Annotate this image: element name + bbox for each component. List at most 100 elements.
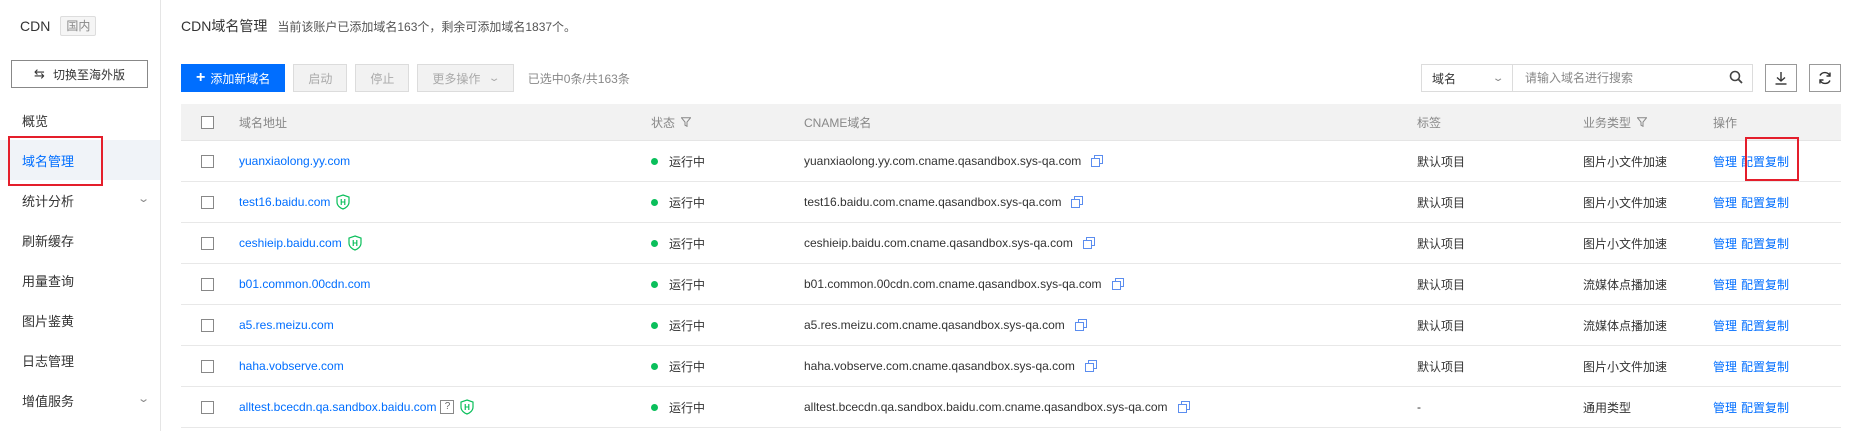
sidebar-item[interactable]: 概览 xyxy=(0,100,160,140)
domain-link[interactable]: haha.vobserve.com xyxy=(239,359,344,373)
chevron-down-icon: ⌄ xyxy=(136,393,150,405)
manage-link[interactable]: 管理 xyxy=(1713,194,1737,211)
https-shield-icon: H xyxy=(336,194,350,210)
sidebar-item-label: 刷新缓存 xyxy=(22,233,75,249)
domain-link[interactable]: alltest.bcecdn.qa.sandbox.baidu.com xyxy=(239,400,436,414)
stop-button[interactable]: 停止 xyxy=(355,64,410,92)
copy-icon[interactable] xyxy=(1084,360,1097,372)
row-checkbox[interactable] xyxy=(201,318,214,332)
sidebar-item[interactable]: 用量查询 xyxy=(0,260,160,300)
manage-link[interactable]: 管理 xyxy=(1713,358,1737,375)
copy-icon[interactable] xyxy=(1111,278,1124,290)
copy-config-link[interactable]: 配置复制 xyxy=(1741,153,1789,170)
row-checkbox[interactable] xyxy=(201,154,214,168)
add-domain-button[interactable]: + 添加新域名 xyxy=(181,64,286,92)
sidebar-item[interactable]: 刷新缓存 xyxy=(0,220,160,260)
sidebar: CDN 国内 ⇆ 切换至海外版 概览域名管理统计分析 ⌄ 刷新缓存用量查询图片鉴黄日… xyxy=(0,0,161,431)
refresh-button[interactable] xyxy=(1809,64,1841,92)
header-status: 状态 xyxy=(651,115,676,130)
filter-icon[interactable] xyxy=(681,117,692,127)
switch-overseas-button[interactable]: ⇆ 切换至海外版 xyxy=(11,60,148,88)
row-checkbox[interactable] xyxy=(201,195,214,209)
svg-text:H: H xyxy=(465,403,471,412)
table-row: yuanxiaolong.yy.com 运行中 yuanxiaolong.yy.co… xyxy=(181,141,1841,182)
download-button[interactable] xyxy=(1765,64,1797,92)
row-checkbox[interactable] xyxy=(201,400,214,414)
search-icon[interactable] xyxy=(1729,70,1743,84)
copy-icon[interactable] xyxy=(1177,401,1190,413)
copy-icon[interactable] xyxy=(1091,155,1104,167)
domain-link[interactable]: ceshieip.baidu.com xyxy=(239,236,342,250)
header-ops: 操作 xyxy=(1713,115,1738,130)
status-dot-icon xyxy=(651,362,658,370)
copy-icon[interactable] xyxy=(1074,319,1087,331)
sidebar-item-label: 域名管理 xyxy=(22,153,75,169)
table-row: b01.common.00cdn.com 运行中 b01.common.00cdn.… xyxy=(181,264,1841,305)
row-checkbox[interactable] xyxy=(201,236,214,250)
header-type: 业务类型 xyxy=(1583,115,1632,130)
domain-link[interactable]: test16.baidu.com xyxy=(239,195,330,209)
manage-link[interactable]: 管理 xyxy=(1713,235,1737,252)
add-domain-label: 添加新域名 xyxy=(210,71,271,86)
sidebar-item-label: 图片鉴黄 xyxy=(22,313,75,329)
cname-text: b01.common.00cdn.com.cname.qasandbox.sys… xyxy=(804,277,1102,291)
table-header: 域名地址 状态 CNAME域名 标签 业务类型 操作 xyxy=(181,104,1841,141)
product-header: CDN 国内 xyxy=(0,0,160,52)
cname-text: a5.res.meizu.com.cname.qasandbox.sys-qa.… xyxy=(804,318,1065,332)
selection-count: 已选中0条/共163条 xyxy=(527,71,630,86)
copy-config-link[interactable]: 配置复制 xyxy=(1741,235,1789,252)
search-box xyxy=(1513,64,1753,92)
refresh-icon xyxy=(1819,71,1831,85)
business-type: 流媒体点播加速 xyxy=(1583,277,1668,292)
header-cname: CNAME域名 xyxy=(804,115,872,130)
domain-link[interactable]: a5.res.meizu.com xyxy=(239,318,334,332)
filter-icon[interactable] xyxy=(1637,117,1648,127)
sidebar-item[interactable]: 域名管理 xyxy=(0,140,160,180)
manage-link[interactable]: 管理 xyxy=(1713,399,1737,416)
row-checkbox[interactable] xyxy=(201,359,214,373)
copy-config-link[interactable]: 配置复制 xyxy=(1741,358,1789,375)
business-type: 流媒体点播加速 xyxy=(1583,318,1668,333)
copy-config-link[interactable]: 配置复制 xyxy=(1741,276,1789,293)
https-shield-icon: H xyxy=(460,399,475,415)
row-checkbox[interactable] xyxy=(201,277,214,291)
search-input[interactable] xyxy=(1513,64,1753,92)
tag-text: 默认项目 xyxy=(1417,236,1466,251)
status-text: 运行中 xyxy=(669,277,706,292)
copy-icon[interactable] xyxy=(1082,237,1095,249)
plus-icon: + xyxy=(196,69,206,86)
domain-link[interactable]: yuanxiaolong.yy.com xyxy=(239,154,350,168)
copy-config-link[interactable]: 配置复制 xyxy=(1741,399,1789,416)
copy-icon[interactable] xyxy=(1071,196,1084,208)
https-shield-icon: H xyxy=(348,235,362,251)
sidebar-item[interactable]: 日志管理 xyxy=(0,340,160,380)
manage-link[interactable]: 管理 xyxy=(1713,276,1737,293)
manage-link[interactable]: 管理 xyxy=(1713,317,1737,334)
copy-config-link[interactable]: 配置复制 xyxy=(1741,194,1789,211)
start-button[interactable]: 启动 xyxy=(293,64,348,92)
search-field-select[interactable]: 域名 ⌄ xyxy=(1421,64,1513,92)
status-dot-icon xyxy=(651,403,658,411)
status-text: 运行中 xyxy=(669,359,706,374)
table-row: ceshieip.baidu.com H 运行中 ceshieip.baidu.com… xyxy=(181,223,1841,264)
main-content: CDN域名管理 当前该账户已添加域名163个，剩余可添加域名1837个。 + 添… xyxy=(161,0,1859,431)
sidebar-item[interactable]: 增值服务 ⌄ xyxy=(0,380,160,420)
status-dot-icon xyxy=(651,280,658,288)
help-icon[interactable]: ? xyxy=(440,400,455,414)
copy-config-link[interactable]: 配置复制 xyxy=(1741,317,1789,334)
select-all-checkbox[interactable] xyxy=(201,115,214,129)
status-dot-icon xyxy=(651,239,658,247)
more-actions-dropdown[interactable]: 更多操作 ⌄ xyxy=(417,64,514,92)
region-badge: 国内 xyxy=(60,16,97,36)
sidebar-item[interactable]: 图片鉴黄 xyxy=(0,300,160,340)
manage-link[interactable]: 管理 xyxy=(1713,153,1737,170)
chevron-down-icon: ⌄ xyxy=(488,72,501,84)
status-text: 运行中 xyxy=(669,236,706,251)
domain-link[interactable]: b01.common.00cdn.com xyxy=(239,277,370,291)
tag-text: - xyxy=(1417,400,1421,414)
sidebar-item[interactable]: 统计分析 ⌄ xyxy=(0,180,160,220)
tag-text: 默认项目 xyxy=(1417,154,1466,169)
tag-text: 默认项目 xyxy=(1417,359,1466,374)
page-description: 当前该账户已添加域名163个，剩余可添加域名1837个。 xyxy=(277,19,577,34)
business-type: 图片小文件加速 xyxy=(1583,195,1668,210)
